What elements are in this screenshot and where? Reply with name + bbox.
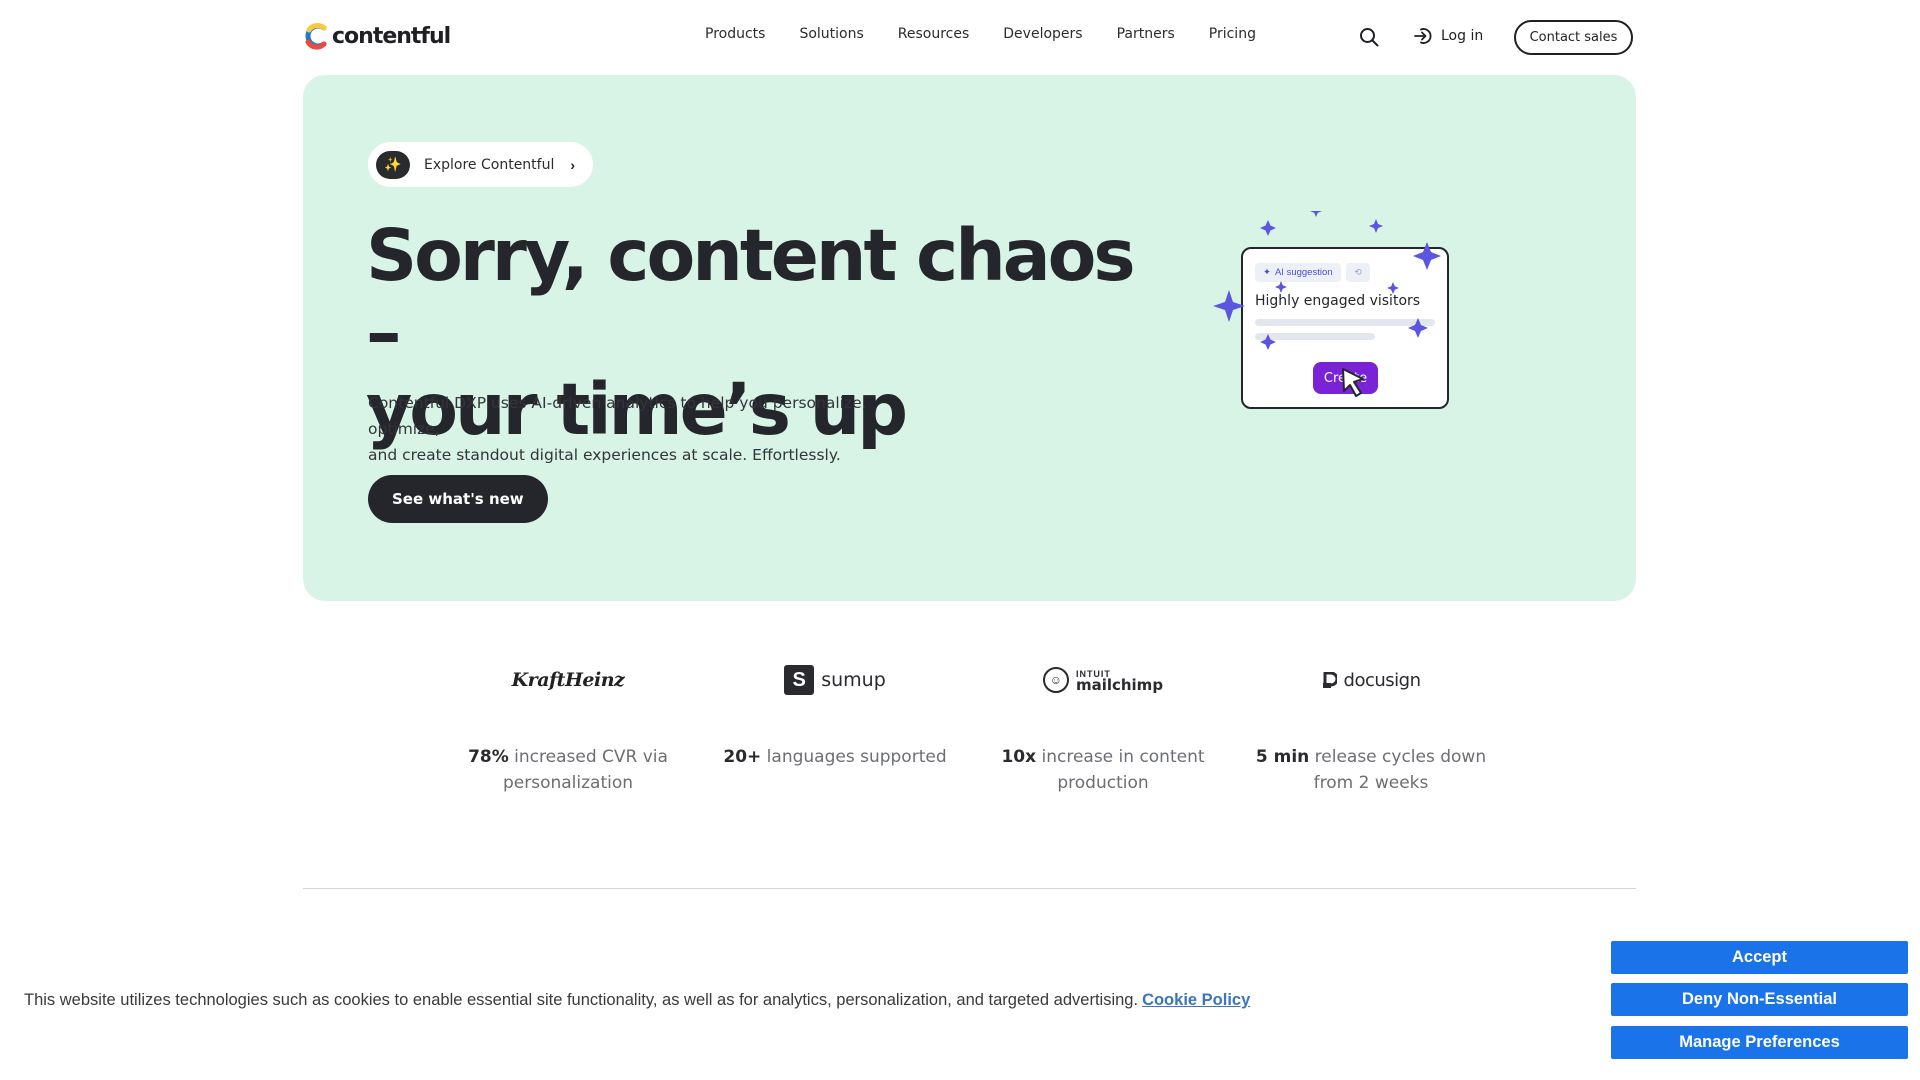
sparkle-icon	[1387, 282, 1399, 294]
see-whats-new-button[interactable]: See what's new	[368, 475, 548, 523]
ai-suggestion-illustration: ✦ AI suggestion ⟲ Highly engaged visitor…	[1211, 211, 1471, 426]
stat-text: 78% increased CVR via personalization	[443, 744, 693, 796]
hero-subtitle: Contentful DXP uses AI-driven analytics …	[368, 390, 928, 468]
sparkle-icon	[1413, 242, 1441, 270]
login-link[interactable]: Log in	[1413, 26, 1483, 46]
site-header: contentful Products Solutions Resources …	[0, 0, 1920, 74]
stat-value: 78%	[468, 747, 509, 767]
explore-contentful-link[interactable]: ✨ Explore Contentful ›	[368, 142, 594, 187]
stat-text: 10x increase in content production	[978, 744, 1228, 796]
sumup-icon: S	[784, 665, 815, 695]
stat-sumup: S sumup 20+ languages supported	[710, 660, 960, 770]
nav-resources[interactable]: Resources	[898, 26, 970, 42]
stat-description: increased CVR via personalization	[502, 747, 668, 793]
sumup-logo: S sumup	[710, 660, 960, 700]
sparkles-decoration	[1213, 211, 1441, 397]
nav-partners[interactable]: Partners	[1117, 26, 1175, 42]
chevron-right-icon: ›	[570, 156, 576, 173]
contentful-logo-icon	[305, 22, 327, 50]
sparkle-icon	[1275, 281, 1287, 293]
deny-non-essential-button[interactable]: Deny Non-Essential	[1611, 983, 1908, 1016]
stat-description: increase in content production	[1036, 747, 1205, 793]
nav-products[interactable]: Products	[705, 26, 765, 42]
contact-sales-button[interactable]: Contact sales	[1514, 20, 1633, 55]
cookie-policy-link[interactable]: Cookie Policy	[1142, 991, 1250, 1009]
hero-section: ✨ Explore Contentful › Sorry, content ch…	[303, 75, 1636, 601]
stat-kraftheinz: KraftHeinz 78% increased CVR via persona…	[443, 660, 693, 796]
sumup-wordmark: sumup	[821, 669, 886, 691]
sparkle-icon: ✨	[376, 150, 410, 179]
main-nav: Products Solutions Resources Developers …	[705, 26, 1256, 42]
hero-subtitle-line-1: Contentful DXP uses AI-driven analytics …	[368, 394, 867, 438]
contentful-logo[interactable]: contentful	[303, 22, 451, 50]
cursor-icon	[1342, 368, 1364, 397]
search-icon[interactable]	[1358, 26, 1380, 48]
manage-preferences-button[interactable]: Manage Preferences	[1611, 1026, 1908, 1059]
cookie-notice: This website utilizes technologies such …	[24, 991, 1250, 1010]
stat-description: release cycles down from 2 weeks	[1309, 747, 1487, 793]
stat-text: 5 min release cycles down from 2 weeks	[1246, 744, 1496, 796]
stat-text: 20+ languages supported	[710, 744, 960, 770]
login-icon	[1414, 28, 1432, 44]
hero-subtitle-line-2: and create standout digital experiences …	[368, 446, 841, 464]
stat-value: 10x	[1001, 747, 1037, 767]
sparkle-icon	[1310, 211, 1322, 217]
docusign-wordmark: docusign	[1343, 669, 1421, 691]
mailchimp-wordmark: INTUIT mailchimp	[1075, 669, 1164, 694]
nav-developers[interactable]: Developers	[1003, 26, 1082, 42]
sparkle-icon	[1260, 220, 1276, 236]
cookie-message: This website utilizes technologies such …	[24, 991, 1139, 1009]
nav-pricing[interactable]: Pricing	[1209, 26, 1256, 42]
kraftheinz-logo: KraftHeinz	[443, 660, 693, 700]
docusign-icon	[1322, 671, 1337, 688]
mailchimp-icon: ☺	[1042, 667, 1069, 693]
stat-mailchimp: ☺ INTUIT mailchimp 10x increase in conte…	[978, 660, 1228, 796]
stat-docusign: docusign 5 min release cycles down from …	[1246, 660, 1496, 796]
stat-value: 5 min	[1255, 747, 1310, 767]
sparkle-icon	[1213, 290, 1245, 322]
kraftheinz-wordmark: KraftHeinz	[511, 669, 625, 691]
docusign-logo: docusign	[1246, 660, 1496, 700]
sparkle-icon	[1260, 334, 1276, 350]
nav-solutions[interactable]: Solutions	[799, 26, 863, 42]
accept-cookies-button[interactable]: Accept	[1611, 941, 1908, 974]
stat-value: 20+	[723, 747, 762, 767]
hero-title-line-1: Sorry, content chaos –	[366, 214, 1136, 374]
mailchimp-logo: ☺ INTUIT mailchimp	[978, 660, 1228, 700]
sparkle-icon	[1369, 219, 1383, 233]
mailchimp-name: mailchimp	[1075, 676, 1164, 694]
explore-label: Explore Contentful	[424, 156, 555, 173]
sparkle-icon	[1408, 318, 1428, 338]
login-label: Log in	[1441, 28, 1484, 44]
section-divider	[303, 888, 1636, 889]
stat-description: languages supported	[761, 747, 947, 767]
logo-wordmark: contentful	[332, 23, 451, 49]
